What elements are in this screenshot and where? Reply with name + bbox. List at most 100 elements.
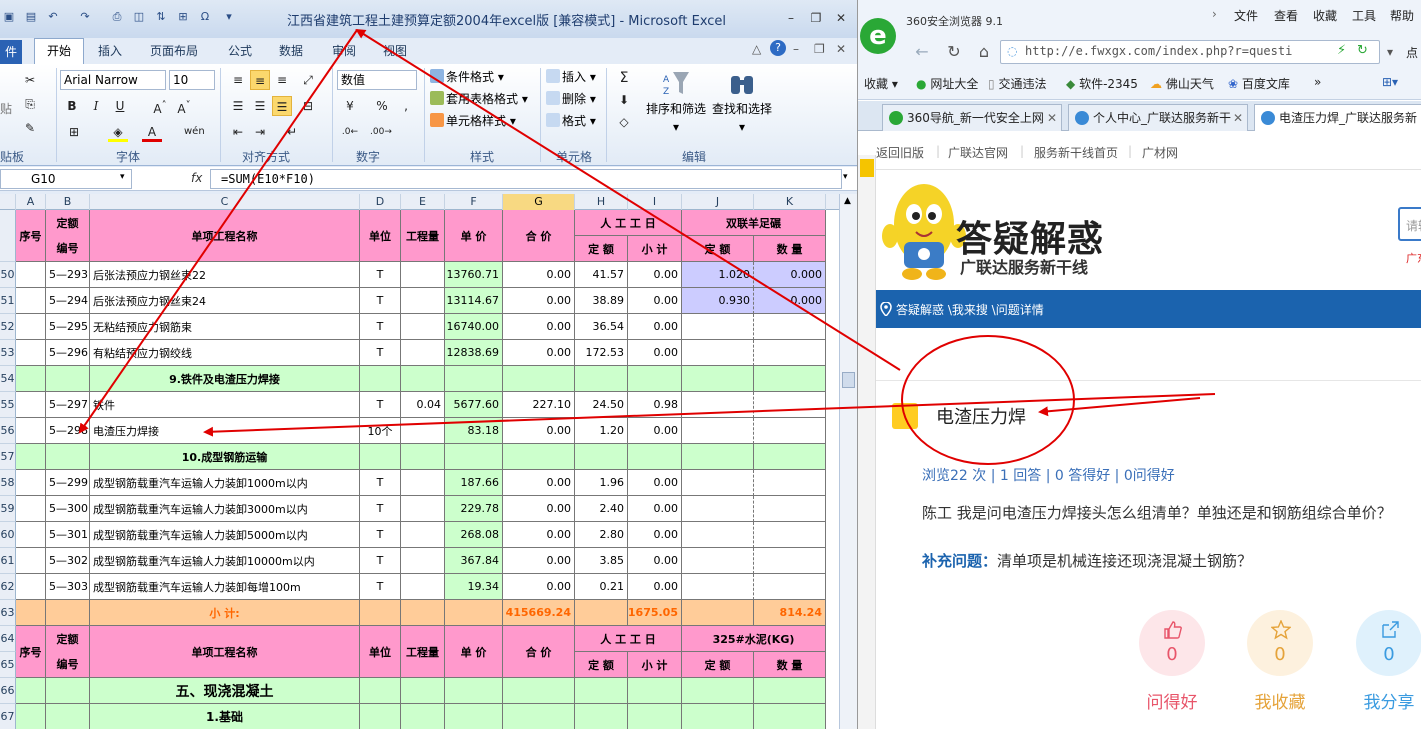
cell-d[interactable]: T [360,262,401,288]
cell-b[interactable]: 5—298 [46,418,90,444]
column-header[interactable]: E [401,194,445,210]
cell-c[interactable]: 成型钢筋载重汽车运输人力装卸5000m以内 [90,522,360,548]
cell-h[interactable]: 0.21 [575,574,628,600]
tab-review[interactable]: 审阅 [332,42,356,59]
cell[interactable] [16,600,46,626]
cell-k[interactable] [754,522,826,548]
cell-g[interactable]: 0.00 [503,496,575,522]
scroll-up-icon[interactable]: ▲ [844,196,851,206]
cell[interactable] [575,444,628,470]
cell[interactable] [628,444,682,470]
increase-indent-icon[interactable]: ⇥ [250,122,270,142]
section-title[interactable]: 1.基础 [90,704,360,729]
cell-j[interactable]: 0.930 [682,288,754,314]
cell[interactable] [503,678,575,704]
cell-b[interactable]: 5—293 [46,262,90,288]
section-title[interactable]: 五、现浇混凝土 [90,678,360,704]
row-number[interactable]: 51 [0,288,16,314]
cell-f[interactable]: 268.08 [445,522,503,548]
fx-icon[interactable]: fx [191,171,202,185]
cell[interactable] [575,678,628,704]
phonetic-icon[interactable]: wén [184,122,205,142]
nav-service-home[interactable]: 服务新干线首页 [1034,144,1118,161]
cell-j[interactable] [682,574,754,600]
conditional-format-button[interactable]: 条件格式 ▾ [430,68,504,86]
cell-k[interactable] [754,314,826,340]
fav-software[interactable]: ◆ 软件-2345 [1066,75,1138,92]
fill-icon[interactable]: ⬇ [614,90,634,110]
cell-h[interactable]: 2.80 [575,522,628,548]
subtotal-labor[interactable]: 1675.05 [628,600,682,626]
column-header[interactable]: H [575,194,628,210]
cell-c[interactable]: 成型钢筋载重汽车运输人力装卸每增100m [90,574,360,600]
cell-f[interactable]: 19.34 [445,574,503,600]
close-icon[interactable]: ✕ [833,10,849,26]
cell[interactable] [575,366,628,392]
align-middle-icon[interactable]: ≡ [250,70,270,90]
cell[interactable] [682,678,754,704]
section-title[interactable]: 10.成型钢筋运输 [90,444,360,470]
cell-b[interactable]: 5—296 [46,340,90,366]
format-as-table-button[interactable]: 套用表格格式 ▾ [430,90,528,108]
cell-e[interactable] [401,340,445,366]
site-search-input[interactable]: 请输入 [1398,207,1421,241]
cell-i[interactable]: 0.00 [628,288,682,314]
column-header[interactable]: I [628,194,682,210]
select-all-corner[interactable] [0,194,16,210]
name-box[interactable]: G10 [0,169,132,189]
ribbon-collapse-icon[interactable]: △ [752,42,761,56]
dot-menu[interactable]: 点 [1406,44,1418,61]
row-number[interactable]: 67 [0,704,16,729]
fav-collect[interactable]: 收藏 ▾ [864,75,898,92]
cell-g[interactable]: 0.00 [503,314,575,340]
row-number[interactable]: 66 [0,678,16,704]
cell-k[interactable] [754,340,826,366]
save-icon[interactable]: ▣ [2,10,16,24]
cell-i[interactable]: 0.00 [628,522,682,548]
cell[interactable] [16,366,46,392]
wb-minimize-icon[interactable]: – [793,42,799,56]
cell-g[interactable]: 0.00 [503,262,575,288]
restore-icon[interactable]: ❐ [808,10,824,26]
paste-button[interactable]: 贴 [0,100,12,118]
number-format-combo[interactable]: 数值 [337,70,417,90]
cell-g[interactable]: 0.00 [503,288,575,314]
cell[interactable] [445,444,503,470]
cell-f[interactable]: 13114.67 [445,288,503,314]
cell-g[interactable]: 0.00 [503,548,575,574]
borders-icon[interactable]: ⊞ [64,122,84,142]
apps-icon[interactable]: ⊞▾ [1382,75,1398,89]
nav-glodon[interactable]: 广联达官网 [948,144,1008,161]
currency-icon[interactable]: ¥ [340,96,360,116]
row-number[interactable]: 53 [0,340,16,366]
cell-h[interactable]: 3.85 [575,548,628,574]
orientation-icon[interactable]: ⤢ [298,70,318,90]
cell-d[interactable]: T [360,522,401,548]
clear-icon[interactable]: ◇ [614,112,634,132]
row-number[interactable]: 62 [0,574,16,600]
tab-close-icon[interactable]: ✕ [1047,105,1057,131]
cell-b[interactable]: 5—297 [46,392,90,418]
fill-color-icon[interactable]: ◈ [108,122,128,142]
tab-insert[interactable]: 插入 [98,42,122,59]
row-number[interactable]: 52 [0,314,16,340]
row-number[interactable]: 65 [0,652,16,678]
vertical-scrollbar[interactable]: ▲ [839,194,857,729]
tab-personal-center[interactable]: 个人中心_广联达服务新干 ✕ [1068,104,1248,131]
insert-cells-button[interactable]: 插入 ▾ [546,68,596,86]
cell-j[interactable] [682,314,754,340]
cell-b[interactable]: 5—295 [46,314,90,340]
row-number[interactable]: 54 [0,366,16,392]
cell-g[interactable]: 0.00 [503,418,575,444]
cell[interactable] [401,678,445,704]
cell[interactable] [46,704,90,729]
cell-d[interactable]: T [360,314,401,340]
cell-c[interactable]: 无粘结预应力钢筋束 [90,314,360,340]
cell-f[interactable]: 5677.60 [445,392,503,418]
cell-j[interactable] [682,418,754,444]
fav-nav[interactable]: ● 网址大全 [916,75,978,92]
cell[interactable] [401,704,445,729]
cell-g[interactable]: 0.00 [503,522,575,548]
cell-f[interactable]: 367.84 [445,548,503,574]
cell-j[interactable] [682,340,754,366]
